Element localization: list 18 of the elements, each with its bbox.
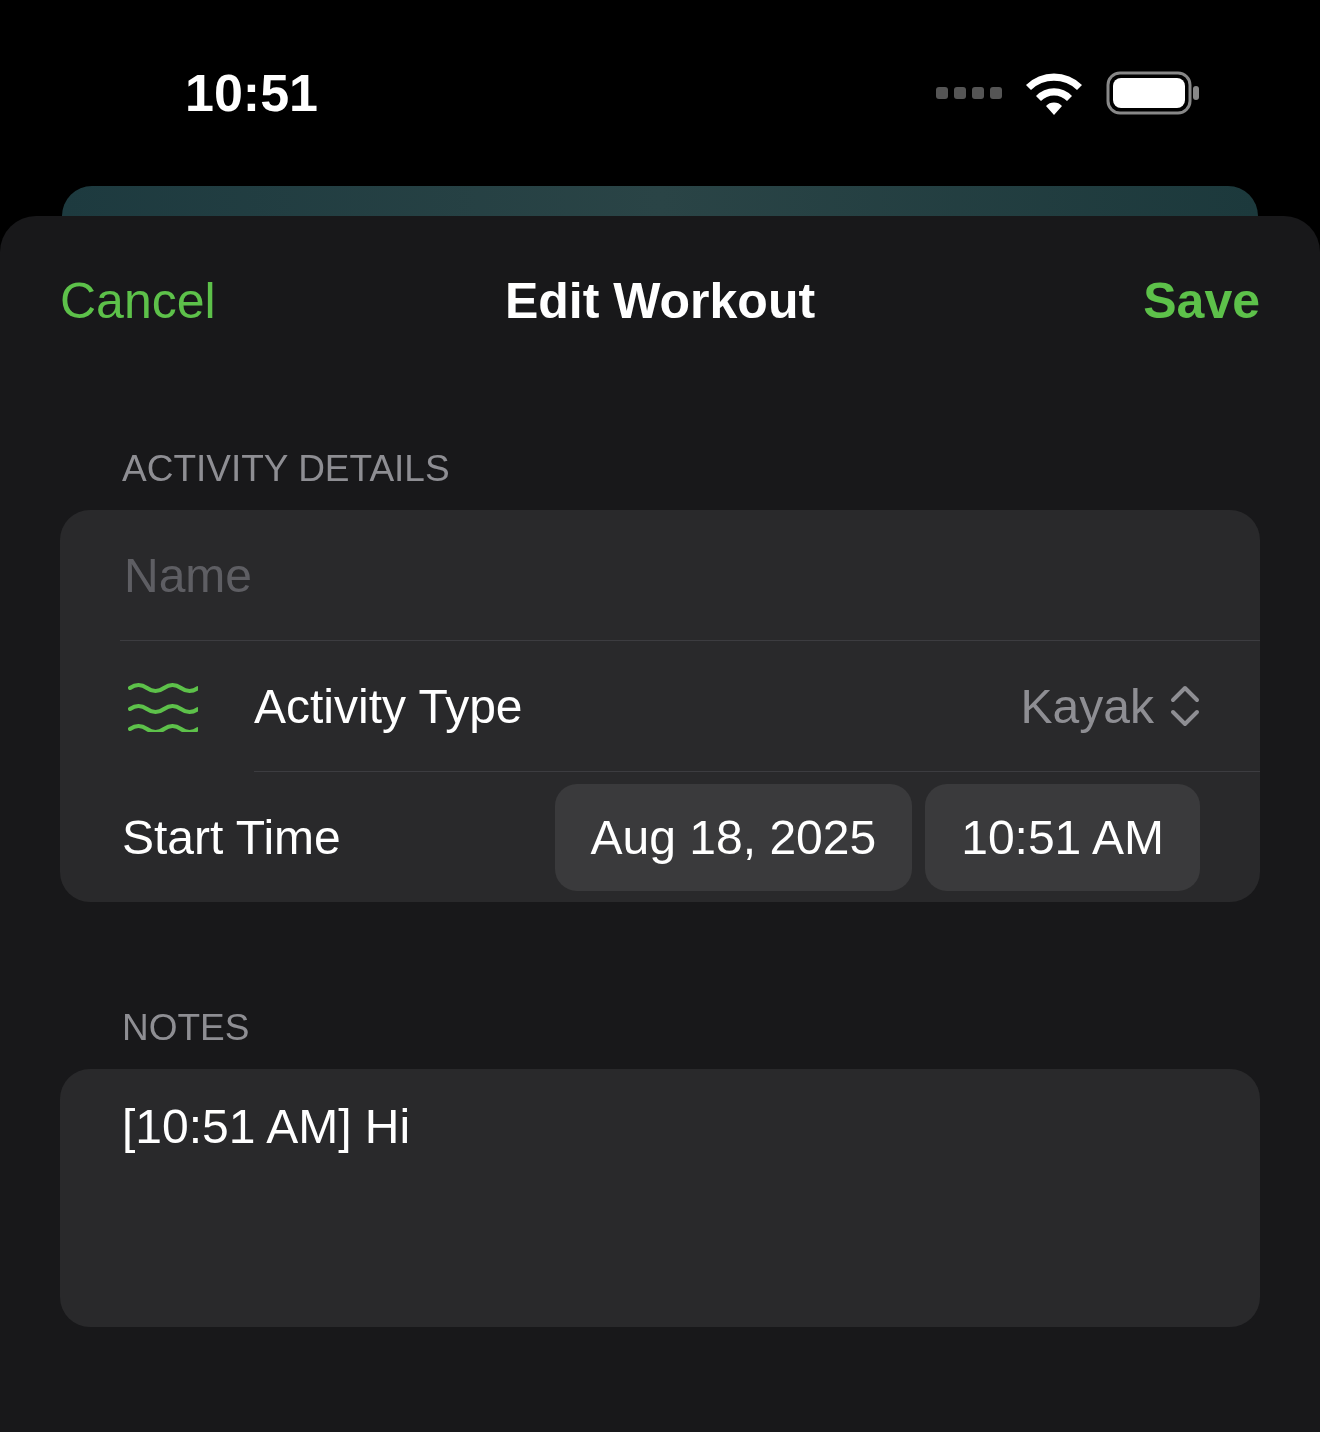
sheet-title: Edit Workout bbox=[504, 272, 816, 330]
activity-type-picker[interactable]: Kayak bbox=[1020, 678, 1200, 734]
battery-icon bbox=[1106, 71, 1200, 115]
start-time-label: Start Time bbox=[122, 809, 342, 865]
save-button[interactable]: Save bbox=[1143, 272, 1260, 330]
notes-field[interactable]: [10:51 AM] Hi bbox=[60, 1069, 1260, 1327]
signal-icon bbox=[936, 86, 1002, 100]
chevron-updown-icon bbox=[1170, 685, 1200, 727]
date-button[interactable]: Aug 18, 2025 bbox=[554, 783, 913, 891]
time-button[interactable]: 10:51 AM bbox=[925, 783, 1200, 891]
section-header: ACTIVITY DETAILS bbox=[121, 448, 451, 490]
section-header: NOTES bbox=[121, 1007, 251, 1049]
name-field[interactable]: Name bbox=[122, 546, 1200, 604]
waves-icon bbox=[128, 681, 198, 732]
activity-type-label: Activity Type bbox=[254, 678, 524, 734]
cancel-button[interactable]: Cancel bbox=[60, 272, 216, 330]
status-time: 10:51 bbox=[185, 63, 318, 123]
wifi-icon bbox=[1024, 71, 1084, 115]
